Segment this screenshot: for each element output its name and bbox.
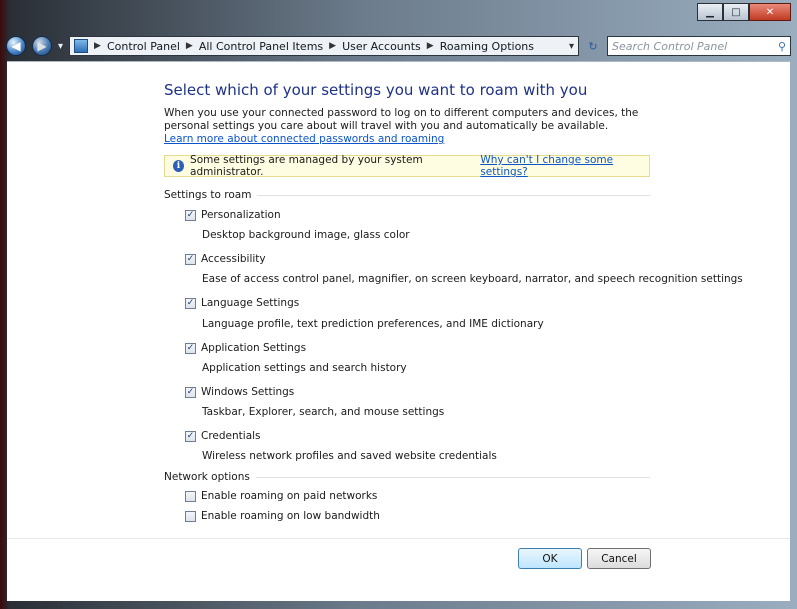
control-panel-icon: [74, 39, 89, 53]
learn-more-link[interactable]: Learn more about connected passwords and…: [164, 133, 444, 145]
windows-settings-checkbox[interactable]: ✓: [185, 386, 196, 398]
roam-paid-networks-checkbox[interactable]: [185, 490, 196, 502]
checkbox-label[interactable]: Windows Settings: [201, 386, 294, 398]
roam-paid-networks-checkbox-row[interactable]: Enable roaming on paid networks: [185, 490, 377, 502]
back-button[interactable]: ◀: [6, 36, 26, 56]
search-icon[interactable]: ⚲: [778, 40, 786, 53]
checkbox-label[interactable]: Language Settings: [201, 297, 299, 309]
checkbox-label[interactable]: Application Settings: [201, 342, 306, 354]
search-placeholder: Search Control Panel: [612, 39, 728, 53]
breadcrumb-separator-icon[interactable]: ▶: [94, 41, 101, 51]
application-settings-checkbox[interactable]: ✓: [185, 342, 196, 354]
group-divider: [257, 194, 650, 196]
navigation-bar: ◀ ▶ ▾ ▶ Control Panel ▶ All Control Pane…: [6, 36, 791, 56]
info-text: Some settings are managed by your system…: [190, 154, 423, 178]
group-divider: [255, 476, 650, 478]
recent-pages-dropdown-icon[interactable]: ▾: [58, 41, 63, 52]
network-options-header: Network options: [164, 471, 650, 483]
control-panel-window: ▁ □ ✕ ◀ ▶ ▾ ▶ Control Panel ▶ All Contro…: [0, 0, 797, 609]
refresh-icon[interactable]: ↻: [585, 38, 601, 54]
breadcrumb-roaming-options[interactable]: Roaming Options: [440, 40, 534, 53]
accessibility-checkbox-row[interactable]: ✓ Accessibility: [185, 253, 266, 265]
roam-low-bandwidth-checkbox-row[interactable]: Enable roaming on low bandwidth: [185, 510, 380, 522]
application-settings-checkbox-row[interactable]: ✓ Application Settings: [185, 342, 306, 354]
windows-settings-checkbox-row[interactable]: ✓ Windows Settings: [185, 386, 294, 398]
admin-info-bar: i Some settings are managed by your syst…: [164, 154, 650, 178]
page-title: Select which of your settings you want t…: [164, 81, 588, 99]
page-description: When you use your connected password to …: [164, 107, 639, 132]
application-settings-description: Application settings and search history: [202, 362, 407, 374]
cancel-button[interactable]: Cancel: [587, 548, 651, 569]
minimize-button[interactable]: ▁: [697, 3, 723, 21]
breadcrumb-separator-icon[interactable]: ▶: [186, 41, 193, 51]
personalization-checkbox-row[interactable]: ✓ Personalization: [185, 209, 281, 221]
breadcrumb-control-panel[interactable]: Control Panel: [107, 40, 180, 53]
breadcrumb-separator-icon[interactable]: ▶: [427, 41, 434, 51]
checkbox-label[interactable]: Accessibility: [201, 253, 266, 265]
settings-group-label: Settings to roam: [164, 189, 252, 201]
forward-button[interactable]: ▶: [32, 36, 52, 56]
personalization-description: Desktop background image, glass color: [202, 229, 410, 241]
accessibility-description: Ease of access control panel, magnifier,…: [202, 273, 743, 285]
language-settings-checkbox[interactable]: ✓: [185, 297, 196, 309]
checkbox-label[interactable]: Enable roaming on paid networks: [201, 490, 377, 502]
checkbox-label[interactable]: Enable roaming on low bandwidth: [201, 510, 380, 522]
network-group-label: Network options: [164, 471, 250, 483]
credentials-checkbox-row[interactable]: ✓ Credentials: [185, 430, 261, 442]
footer-divider: [7, 538, 790, 539]
maximize-button[interactable]: □: [723, 3, 749, 21]
close-icon: ✕: [765, 6, 775, 18]
breadcrumb-separator-icon[interactable]: ▶: [329, 41, 336, 51]
caption-controls: ▁ □ ✕: [697, 3, 791, 21]
settings-to-roam-header: Settings to roam: [164, 189, 650, 201]
language-settings-checkbox-row[interactable]: ✓ Language Settings: [185, 297, 299, 309]
checkbox-label[interactable]: Credentials: [201, 430, 261, 442]
roam-low-bandwidth-checkbox[interactable]: [185, 510, 196, 522]
personalization-checkbox[interactable]: ✓: [185, 209, 196, 221]
breadcrumb-all-items[interactable]: All Control Panel Items: [199, 40, 323, 53]
info-icon: i: [173, 160, 185, 172]
close-button[interactable]: ✕: [749, 3, 791, 21]
credentials-checkbox[interactable]: ✓: [185, 430, 196, 442]
language-settings-description: Language profile, text prediction prefer…: [202, 318, 544, 330]
address-dropdown-icon[interactable]: ▾: [569, 41, 574, 52]
credentials-description: Wireless network profiles and saved webs…: [202, 450, 497, 462]
breadcrumb-user-accounts[interactable]: User Accounts: [342, 40, 421, 53]
why-cant-change-link[interactable]: Why can't I change some settings?: [480, 154, 649, 178]
checkbox-label[interactable]: Personalization: [201, 209, 281, 221]
search-input[interactable]: Search Control Panel ⚲: [607, 36, 791, 56]
address-bar[interactable]: ▶ Control Panel ▶ All Control Panel Item…: [69, 36, 579, 56]
main-content: Select which of your settings you want t…: [7, 61, 790, 601]
back-arrow-icon: ◀: [11, 39, 21, 53]
windows-settings-description: Taskbar, Explorer, search, and mouse set…: [202, 406, 445, 418]
maximize-icon: □: [731, 6, 741, 18]
minimize-icon: ▁: [706, 6, 714, 18]
ok-button[interactable]: OK: [518, 548, 582, 569]
accessibility-checkbox[interactable]: ✓: [185, 253, 196, 265]
forward-arrow-icon: ▶: [37, 39, 47, 53]
